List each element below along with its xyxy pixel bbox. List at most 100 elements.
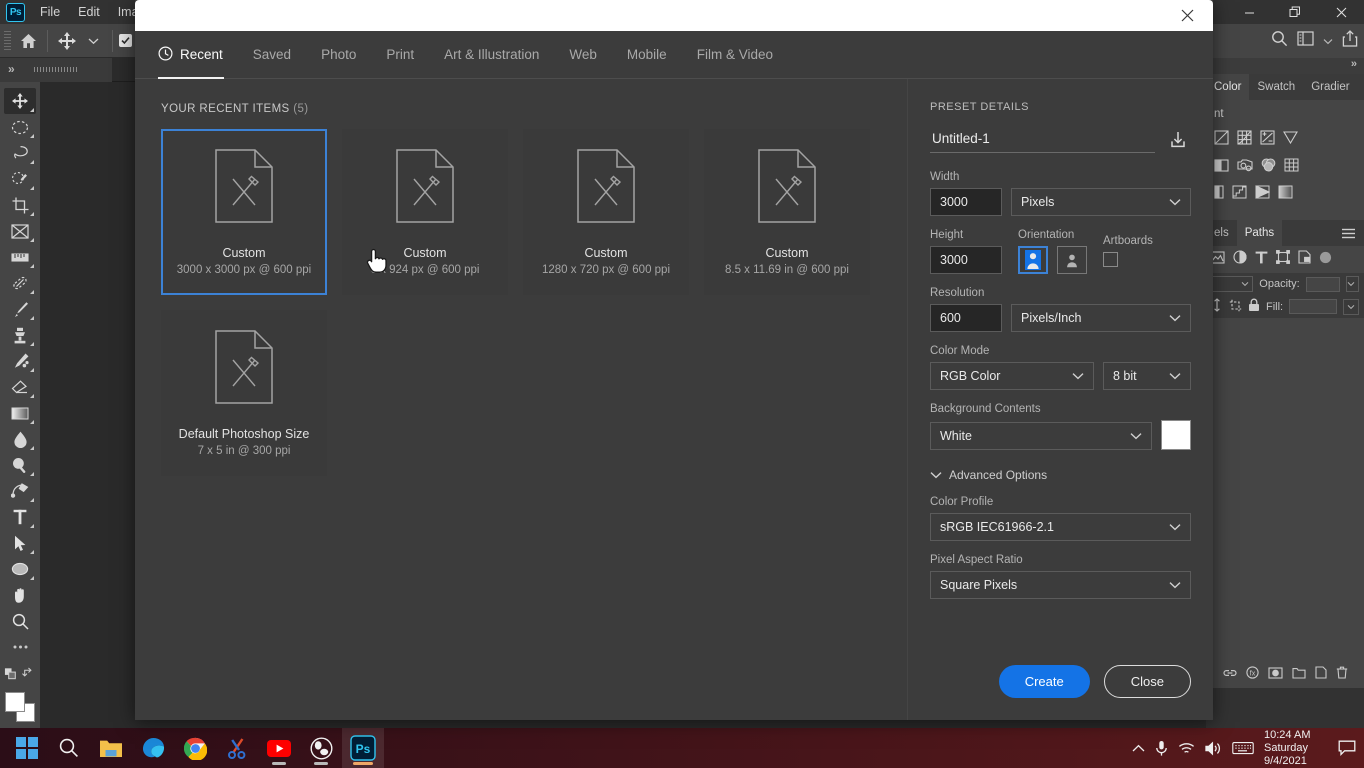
file-explorer-button[interactable] bbox=[90, 728, 132, 768]
exposure-icon[interactable] bbox=[1260, 130, 1275, 150]
delete-layer-icon[interactable] bbox=[1336, 666, 1348, 684]
panel-menu-icon[interactable] bbox=[1333, 220, 1364, 246]
tab-film-video[interactable]: Film & Video bbox=[682, 31, 788, 79]
close-button[interactable]: Close bbox=[1103, 665, 1191, 698]
filter-type-icon[interactable] bbox=[1255, 251, 1268, 269]
invert-icon[interactable] bbox=[1214, 185, 1224, 204]
lock-all-icon[interactable] bbox=[1248, 298, 1260, 315]
panel-tab-swatches[interactable]: Swatch bbox=[1249, 74, 1303, 100]
filter-adjustment-icon[interactable] bbox=[1233, 250, 1247, 269]
posterize-icon[interactable] bbox=[1232, 185, 1247, 204]
chrome-browser-button[interactable] bbox=[174, 728, 216, 768]
create-button[interactable]: Create bbox=[998, 665, 1090, 698]
new-group-icon[interactable] bbox=[1291, 666, 1306, 684]
chevron-up-icon[interactable] bbox=[1132, 744, 1145, 753]
tool-crop[interactable] bbox=[4, 192, 36, 218]
tool-move[interactable] bbox=[4, 88, 36, 114]
keyboard-icon[interactable] bbox=[1232, 741, 1254, 755]
foreground-background-colors[interactable] bbox=[5, 692, 35, 722]
blend-mode-select[interactable] bbox=[1211, 276, 1254, 292]
filter-shape-icon[interactable] bbox=[1276, 250, 1290, 269]
tool-quick-select[interactable] bbox=[4, 166, 36, 192]
default-colors-and-swap[interactable] bbox=[4, 660, 36, 686]
recent-item-card[interactable]: Custom 1280 x 720 px @ 600 ppi bbox=[523, 129, 689, 295]
tool-frame[interactable] bbox=[4, 218, 36, 244]
edge-browser-button[interactable] bbox=[132, 728, 174, 768]
tool-history-brush[interactable] bbox=[4, 348, 36, 374]
microphone-icon[interactable] bbox=[1155, 740, 1168, 757]
close-icon[interactable] bbox=[1167, 0, 1207, 31]
tool-zoom[interactable] bbox=[4, 608, 36, 634]
workspace-icon[interactable] bbox=[1297, 31, 1314, 51]
lock-artboard-icon[interactable] bbox=[1229, 299, 1242, 315]
color-profile-select[interactable]: sRGB IEC61966-2.1 bbox=[930, 513, 1191, 541]
resolution-input[interactable] bbox=[930, 304, 1002, 332]
collapse-panels-icon[interactable]: » bbox=[1206, 58, 1364, 74]
options-bar-grip[interactable] bbox=[4, 30, 11, 51]
orientation-landscape-button[interactable] bbox=[1057, 246, 1087, 274]
taskbar-clock[interactable]: 10:24 AM Saturday 9/4/2021 bbox=[1264, 729, 1328, 768]
recent-item-card[interactable]: Custom 3000 x 3000 px @ 600 ppi bbox=[161, 129, 327, 295]
advanced-options-toggle[interactable]: Advanced Options bbox=[930, 468, 1191, 482]
fill-input[interactable] bbox=[1289, 299, 1338, 314]
menu-file[interactable]: File bbox=[31, 2, 69, 22]
search-button[interactable] bbox=[48, 728, 90, 768]
tab-web[interactable]: Web bbox=[554, 31, 612, 79]
document-tab[interactable] bbox=[0, 58, 112, 82]
search-icon[interactable] bbox=[1271, 30, 1288, 52]
pixel-aspect-ratio-select[interactable]: Square Pixels bbox=[930, 571, 1191, 599]
resolution-unit-select[interactable]: Pixels/Inch bbox=[1011, 304, 1191, 332]
panel-tab-paths[interactable]: Paths bbox=[1236, 220, 1283, 246]
youtube-button[interactable] bbox=[258, 728, 300, 768]
save-preset-icon[interactable] bbox=[1165, 127, 1191, 153]
photo-filter-icon[interactable] bbox=[1237, 158, 1253, 177]
tab-print[interactable]: Print bbox=[371, 31, 429, 79]
filter-smart-object-icon[interactable] bbox=[1298, 250, 1311, 269]
color-lookup-icon[interactable] bbox=[1284, 158, 1299, 177]
tool-blur[interactable] bbox=[4, 426, 36, 452]
bit-depth-select[interactable]: 8 bit bbox=[1103, 362, 1191, 390]
height-input[interactable] bbox=[930, 246, 1002, 274]
filter-toggle[interactable] bbox=[1319, 251, 1332, 269]
recent-item-card[interactable]: Default Photoshop Size 7 x 5 in @ 300 pp… bbox=[161, 310, 327, 476]
tool-path-selection[interactable] bbox=[4, 530, 36, 556]
width-unit-select[interactable]: Pixels bbox=[1011, 188, 1191, 216]
tool-ellipse-shape[interactable] bbox=[4, 556, 36, 582]
tool-edit-toolbar[interactable] bbox=[4, 634, 36, 660]
foreground-color-swatch[interactable] bbox=[5, 692, 25, 712]
recent-item-card[interactable]: Custom 8.5 x 11.69 in @ 600 ppi bbox=[704, 129, 870, 295]
close-window-button[interactable] bbox=[1318, 0, 1364, 24]
brightness-icon[interactable] bbox=[1214, 130, 1229, 150]
tool-gradient[interactable] bbox=[4, 400, 36, 426]
chevron-down-icon[interactable] bbox=[80, 28, 106, 54]
tool-dodge[interactable] bbox=[4, 452, 36, 478]
background-contents-select[interactable]: White bbox=[930, 422, 1152, 450]
levels-icon[interactable] bbox=[1214, 158, 1229, 177]
volume-icon[interactable] bbox=[1205, 740, 1222, 756]
panel-tab-gradients[interactable]: Gradier bbox=[1303, 74, 1357, 100]
tab-saved[interactable]: Saved bbox=[238, 31, 306, 79]
orientation-portrait-button[interactable] bbox=[1018, 246, 1048, 274]
menu-edit[interactable]: Edit bbox=[69, 2, 109, 22]
home-icon[interactable] bbox=[15, 28, 41, 54]
notification-icon[interactable] bbox=[1338, 740, 1356, 756]
snipping-tool-button[interactable] bbox=[216, 728, 258, 768]
panel-menu-icon[interactable] bbox=[1358, 74, 1364, 100]
tool-brush[interactable] bbox=[4, 296, 36, 322]
maximize-button[interactable] bbox=[1272, 0, 1318, 24]
chevron-down-icon[interactable] bbox=[1323, 32, 1333, 50]
curves-icon[interactable] bbox=[1237, 130, 1252, 150]
opacity-dropdown[interactable] bbox=[1346, 276, 1359, 292]
recent-item-card[interactable]: Custom 0 x 924 px @ 600 ppi bbox=[342, 129, 508, 295]
fill-dropdown[interactable] bbox=[1343, 298, 1359, 315]
tool-clone-stamp[interactable] bbox=[4, 322, 36, 348]
expand-icon[interactable]: » bbox=[8, 62, 15, 76]
tool-eyedropper[interactable] bbox=[4, 244, 36, 270]
move-tool-icon[interactable] bbox=[54, 28, 80, 54]
wifi-icon[interactable] bbox=[1178, 742, 1195, 755]
new-layer-icon[interactable] bbox=[1314, 666, 1327, 684]
document-name-input[interactable] bbox=[930, 129, 1155, 153]
tab-mobile[interactable]: Mobile bbox=[612, 31, 682, 79]
threshold-icon[interactable] bbox=[1255, 185, 1271, 204]
width-input[interactable] bbox=[930, 188, 1002, 216]
